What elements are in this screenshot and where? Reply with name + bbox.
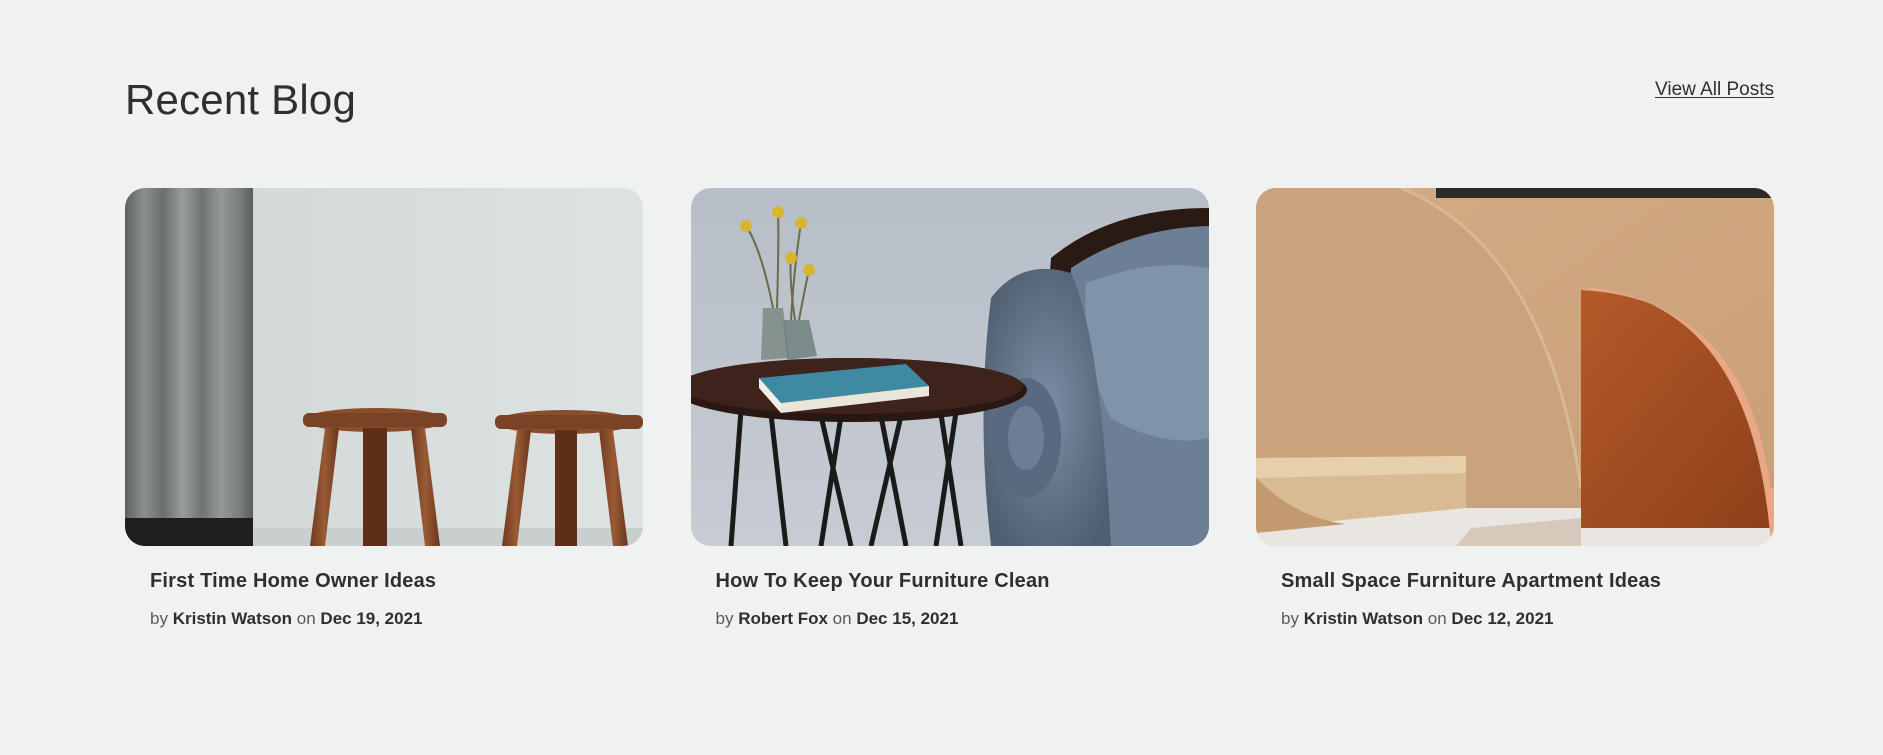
stools-curtain-photo[interactable] (125, 188, 643, 546)
post-meta: by Kristin Watson on Dec 12, 2021 (1281, 609, 1749, 629)
post-meta: by Robert Fox on Dec 15, 2021 (716, 609, 1184, 629)
blog-card[interactable]: How To Keep Your Furniture Clean by Robe… (690, 188, 1209, 629)
on-label: on (296, 609, 316, 628)
recent-blog-section: Recent Blog View All Posts First Time Ho… (0, 0, 1883, 755)
by-label: by (150, 609, 168, 628)
wooden-shapes-photo[interactable] (1256, 188, 1774, 546)
post-title[interactable]: How To Keep Your Furniture Clean (716, 570, 1184, 593)
card-body: Small Space Furniture Apartment Ideas by… (1256, 546, 1774, 629)
side-table-sofa-photo[interactable] (690, 188, 1209, 546)
by-label: by (715, 609, 734, 628)
section-title: Recent Blog (125, 76, 357, 123)
blog-card[interactable]: Small Space Furniture Apartment Ideas by… (1256, 188, 1774, 629)
view-all-posts-link[interactable]: View All Posts (1655, 79, 1774, 101)
card-body: How To Keep Your Furniture Clean by Robe… (691, 546, 1209, 629)
post-date: Dec 15, 2021 (856, 609, 959, 628)
on-label: on (1427, 609, 1447, 628)
card-body: First Time Home Owner Ideas by Kristin W… (125, 546, 643, 629)
by-label: by (1281, 609, 1299, 628)
on-label: on (832, 609, 852, 628)
post-author: Kristin Watson (172, 609, 293, 628)
post-author: Kristin Watson (1303, 609, 1424, 628)
post-title[interactable]: Small Space Furniture Apartment Ideas (1281, 570, 1749, 593)
post-author: Robert Fox (738, 609, 828, 628)
post-date: Dec 19, 2021 (320, 609, 423, 628)
blog-card[interactable]: First Time Home Owner Ideas by Kristin W… (125, 188, 643, 629)
blog-card-list: First Time Home Owner Ideas by Kristin W… (125, 188, 1774, 629)
post-date: Dec 12, 2021 (1451, 609, 1554, 628)
post-meta: by Kristin Watson on Dec 19, 2021 (150, 609, 618, 629)
post-title[interactable]: First Time Home Owner Ideas (150, 570, 618, 593)
